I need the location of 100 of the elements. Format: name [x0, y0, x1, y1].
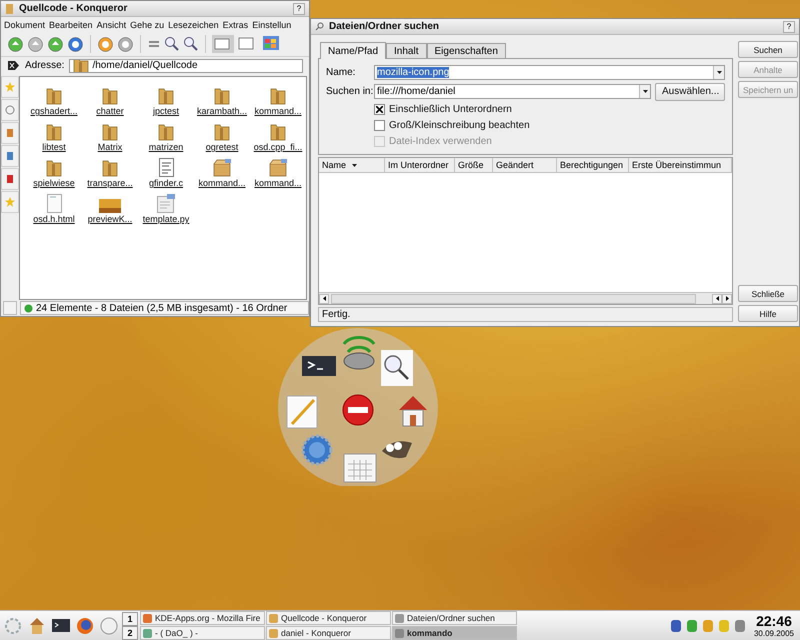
package-icon	[268, 158, 288, 177]
taskbar-task[interactable]: - ( DaO_ ) -	[140, 626, 265, 640]
checkbox[interactable]	[374, 104, 385, 115]
menu-item[interactable]: Lesezeichen	[168, 20, 219, 30]
column-header[interactable]: Berechtigungen	[557, 158, 629, 172]
file-name[interactable]: cgshadert...	[30, 106, 78, 116]
search-icon[interactable]	[381, 350, 413, 386]
sidebar-tab[interactable]	[1, 145, 19, 167]
clear-address-icon[interactable]	[7, 60, 20, 71]
grid-view-icon[interactable]	[262, 35, 282, 53]
file-name[interactable]: libtest	[42, 142, 66, 152]
package-icon	[212, 158, 232, 177]
horizontal-scrollbar[interactable]	[319, 292, 732, 304]
file-name[interactable]: osd.cpp_fi...	[254, 142, 302, 152]
column-header[interactable]: Im Unterordner	[385, 158, 455, 172]
column-header[interactable]: Erste Übereinstimmun	[629, 158, 732, 172]
file-name[interactable]: spielwiese	[33, 178, 75, 188]
tray-icon[interactable]	[670, 618, 682, 632]
file-name[interactable]: transpare...	[87, 178, 133, 188]
terminal-icon	[52, 619, 70, 632]
file-name[interactable]: kommand...	[254, 106, 302, 116]
file-name[interactable]: matrizen	[148, 142, 184, 152]
help-button[interactable]: ?	[293, 2, 305, 14]
window-title: Quellcode - Konqueror	[19, 3, 128, 14]
column-header[interactable]: Name	[319, 158, 385, 172]
dropdown-arrow-icon	[716, 71, 722, 74]
tray-icon[interactable]	[734, 618, 746, 632]
calculator-icon[interactable]	[344, 454, 376, 482]
stop-icon[interactable]	[342, 394, 374, 426]
image-thumbnail-icon	[99, 199, 121, 213]
zoom-out-icon[interactable]	[183, 36, 199, 52]
menu-item[interactable]: Gehe zu	[130, 20, 164, 30]
dropdown-arrow-icon	[642, 90, 648, 93]
ring-icon[interactable]	[67, 36, 84, 52]
name-combo-field[interactable]: mozilla-icon.png	[374, 65, 725, 80]
zoom-in-icon[interactable]	[164, 36, 180, 52]
address-field[interactable]: /home/daniel/Quellcode	[69, 58, 303, 72]
menu-item[interactable]: Einstellun	[252, 20, 292, 30]
file-name[interactable]: karambath...	[196, 106, 248, 116]
text-file-icon	[158, 158, 174, 177]
desktop-pager-button[interactable]: 1	[122, 612, 138, 626]
gear-icon	[4, 616, 22, 634]
file-name[interactable]: chatter	[96, 106, 124, 116]
checkbox[interactable]	[374, 120, 385, 131]
house-icon[interactable]	[399, 396, 427, 426]
back-icon[interactable]	[7, 36, 24, 52]
speaker-icon[interactable]	[342, 336, 376, 370]
file-name[interactable]: jpctest	[152, 106, 179, 116]
ring-icon[interactable]	[97, 36, 114, 52]
sidebar-tab[interactable]	[1, 122, 19, 144]
desktop-pager-button[interactable]: 2	[122, 626, 138, 640]
network-launcher[interactable]	[98, 614, 120, 636]
dialog-button[interactable]: Schließe	[738, 285, 798, 302]
file-name[interactable]: previewK...	[88, 214, 132, 224]
dialog-button[interactable]: Suchen	[738, 41, 798, 58]
dialog-button[interactable]: Hilfe	[738, 305, 798, 322]
file-name[interactable]: ogretest	[206, 142, 238, 152]
house-icon	[29, 616, 45, 634]
gear-icon[interactable]	[302, 434, 332, 466]
help-button[interactable]: ?	[783, 20, 795, 32]
folder-combo-field[interactable]: file:///home/daniel	[374, 84, 651, 99]
file-name[interactable]: kommand...	[198, 178, 246, 188]
taskbar-task[interactable]: daniel - Konqueror	[266, 626, 391, 640]
menu-item[interactable]: Extras	[222, 20, 248, 30]
creature-icon[interactable]	[382, 441, 412, 458]
notepad-icon[interactable]	[286, 396, 318, 428]
status-text: 24 Elemente - 8 Dateien (2,5 MB insgesamt) - 16 Ordner	[36, 302, 288, 314]
tray-icon[interactable]	[686, 618, 698, 632]
file-name[interactable]: Matrix	[98, 142, 122, 152]
sidebar-icon	[5, 197, 15, 207]
taskbar-task[interactable]: Dateien/Ordner suchen	[392, 611, 517, 625]
clock[interactable]: 22:46 30.09.2005	[750, 614, 798, 638]
terminal-icon[interactable]	[302, 356, 336, 376]
taskbar-task[interactable]: kommando	[392, 626, 517, 640]
tab[interactable]: Inhalt	[386, 43, 426, 58]
tab[interactable]: Eigenschaften	[426, 43, 506, 58]
sidebar-icon	[5, 174, 15, 184]
menu-item[interactable]: Dokument	[4, 20, 46, 30]
sidebar-icon	[5, 82, 15, 92]
menu-item[interactable]: Bearbeiten	[49, 20, 93, 30]
file-name[interactable]: template.py	[142, 214, 190, 224]
sidebar-toggle[interactable]	[3, 301, 17, 315]
document-icon	[46, 194, 62, 213]
sidebar-tab[interactable]	[1, 99, 19, 121]
column-header[interactable]: Geändert	[493, 158, 557, 172]
file-name[interactable]: kommand...	[254, 178, 302, 188]
menu-item[interactable]: Ansicht	[96, 20, 126, 30]
status-light-icon	[24, 304, 33, 312]
file-name[interactable]: gfinder.c	[148, 178, 184, 188]
sidebar-tab[interactable]	[1, 168, 19, 190]
file-name[interactable]: osd.h.html	[33, 214, 75, 224]
ring-icon[interactable]	[117, 36, 134, 52]
forward-icon[interactable]	[27, 36, 44, 52]
up-icon[interactable]	[47, 36, 64, 52]
icon-view-icon[interactable]	[212, 35, 234, 53]
column-header[interactable]: Größe	[455, 158, 493, 172]
browse-button[interactable]: Auswählen...	[655, 82, 725, 100]
taskbar-task[interactable]: Quellcode - Konqueror	[266, 611, 391, 625]
taskbar-task[interactable]: KDE-Apps.org - Mozilla Fire	[140, 611, 265, 625]
tab[interactable]: Name/Pfad	[320, 42, 386, 59]
